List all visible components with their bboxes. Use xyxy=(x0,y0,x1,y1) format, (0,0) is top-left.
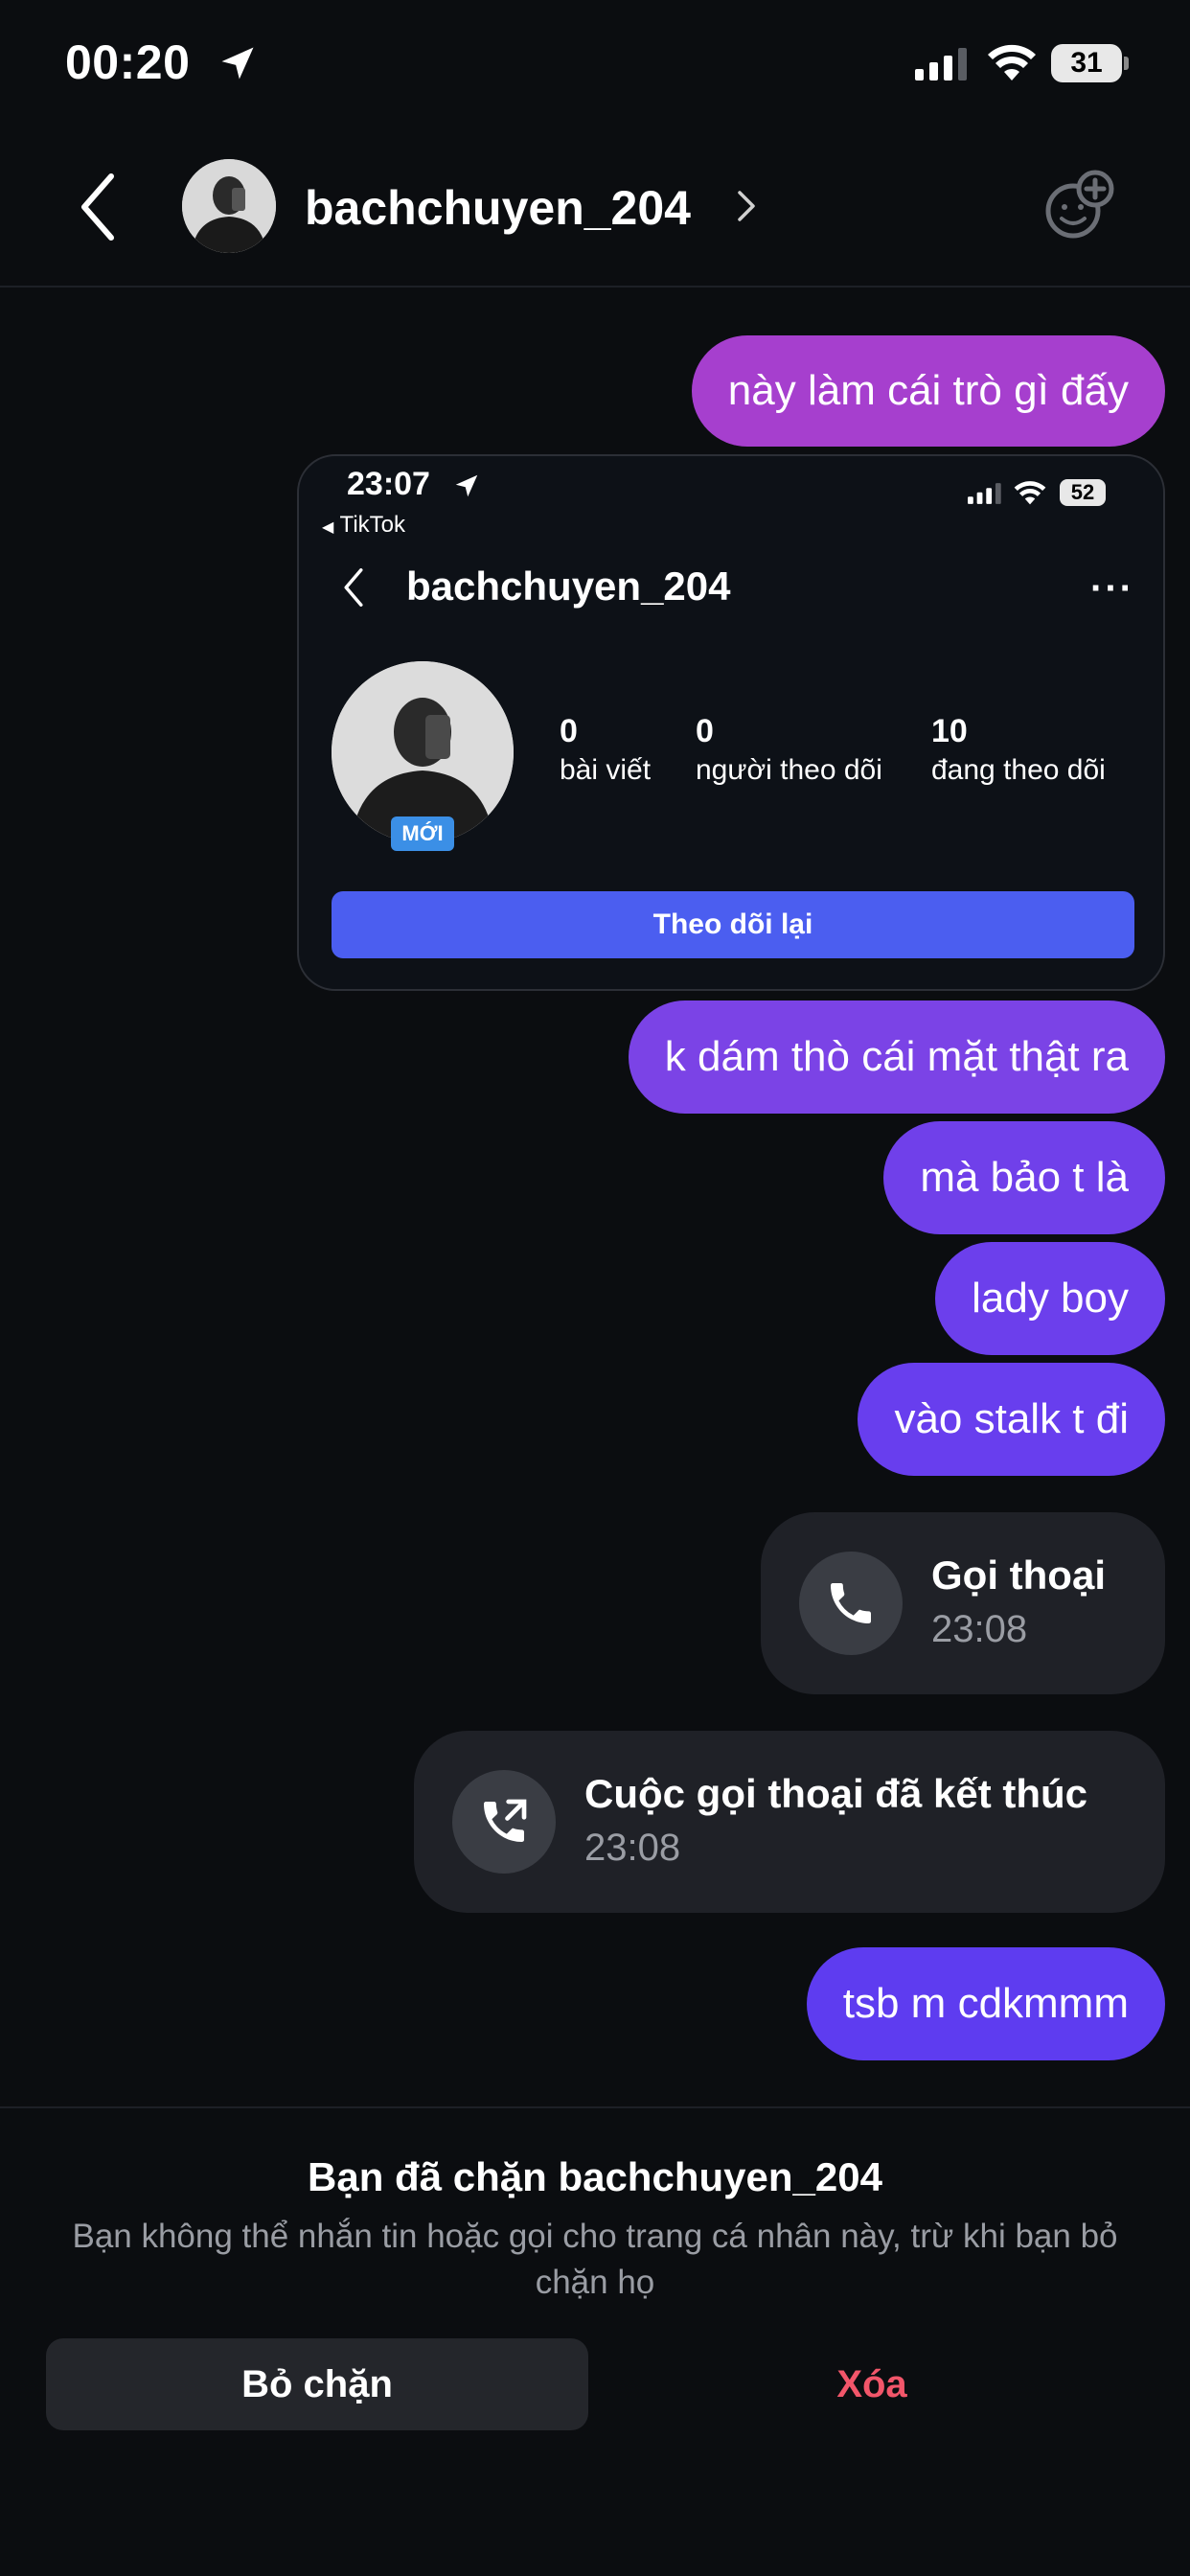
shot-signal-icon xyxy=(968,483,1001,504)
delete-button[interactable]: Xóa xyxy=(671,2338,1073,2430)
status-time: 00:20 xyxy=(65,35,191,89)
cellular-signal-icon xyxy=(915,48,967,80)
avatar[interactable] xyxy=(182,159,276,253)
avatar-photo xyxy=(182,159,276,253)
stat-value: 0 xyxy=(696,713,714,749)
location-arrow-icon xyxy=(221,47,254,80)
call-title: Cuộc gọi thoại đã kết thúc xyxy=(584,1771,1088,1816)
stat-following: 10 đang theo dõi xyxy=(931,713,1106,787)
stat-value: 0 xyxy=(560,713,578,749)
stat-label: đang theo dõi xyxy=(931,754,1106,786)
footer-divider xyxy=(0,2106,1190,2108)
conversation-username[interactable]: bachchuyen_204 xyxy=(305,180,691,236)
phone-icon xyxy=(831,1583,871,1623)
message-bubble[interactable]: k dám thò cái mặt thật ra xyxy=(628,1000,1165,1114)
blocked-description: Bạn không thể nhắn tin hoặc gọi cho tran… xyxy=(72,2218,1118,2301)
shot-back-app-label: TikTok xyxy=(339,512,405,538)
follow-back-button: Theo dõi lại xyxy=(332,891,1134,958)
blocked-title: Bạn đã chặn bachchuyen_204 xyxy=(308,2154,882,2199)
message-text: mà bảo t là xyxy=(920,1154,1129,1201)
unblock-button[interactable]: Bỏ chặn xyxy=(46,2338,588,2430)
shot-back-to-app: ◀ TikTok xyxy=(322,512,405,538)
wifi-icon xyxy=(988,44,1036,80)
shot-battery: 52 xyxy=(1060,479,1106,506)
shot-more-icon: ··· xyxy=(1090,567,1134,610)
phone-outgoing-icon xyxy=(484,1799,527,1842)
message-bubble[interactable]: vào stalk t đi xyxy=(858,1363,1165,1476)
sticker-add-icon[interactable] xyxy=(1042,169,1115,242)
call-card[interactable]: Cuộc gọi thoại đã kết thúc 23:08 xyxy=(414,1731,1165,1913)
follow-back-label: Theo dõi lại xyxy=(652,908,813,940)
battery-indicator: 31 xyxy=(1051,44,1130,82)
message-text: vào stalk t đi xyxy=(894,1395,1129,1442)
shared-screenshot[interactable]: 23:07 ◀ TikTok 52 bachchuyen_204 ··· MỚI… xyxy=(297,454,1165,991)
new-badge: MỚI xyxy=(391,816,454,851)
message-bubble[interactable]: tsb m cdkmmm xyxy=(806,1947,1165,2060)
call-time: 23:08 xyxy=(584,1827,681,1869)
phone-icon-circle xyxy=(799,1552,903,1655)
chevron-right-icon xyxy=(738,191,755,221)
stat-followers: 0 người theo dõi xyxy=(696,713,882,787)
stat-value: 10 xyxy=(931,713,968,749)
stat-label: bài viết xyxy=(560,754,652,786)
header-divider xyxy=(0,286,1190,288)
message-bubble[interactable]: lady boy xyxy=(935,1242,1165,1355)
battery-level: 31 xyxy=(1070,47,1103,79)
message-text: này làm cái trò gì đấy xyxy=(727,367,1129,414)
message-text: lady boy xyxy=(972,1275,1129,1322)
stat-posts: 0 bài viết xyxy=(560,713,651,787)
shot-location-arrow-icon xyxy=(455,474,478,497)
message-text: k dám thò cái mặt thật ra xyxy=(664,1033,1129,1080)
back-chevron-icon[interactable] xyxy=(77,171,123,243)
stat-label: người theo dõi xyxy=(696,754,882,786)
shot-back-chevron-icon xyxy=(344,568,363,607)
shot-wifi-icon xyxy=(1014,481,1046,505)
call-card[interactable]: Gọi thoại 23:08 xyxy=(761,1512,1165,1694)
message-text: tsb m cdkmmm xyxy=(842,1980,1129,2027)
message-bubble[interactable]: mà bảo t là xyxy=(883,1121,1165,1234)
shot-username: bachchuyen_204 xyxy=(406,564,731,609)
shot-time: 23:07 xyxy=(347,466,430,502)
message-bubble[interactable]: này làm cái trò gì đấy xyxy=(691,335,1165,447)
unblock-label: Bỏ chặn xyxy=(241,2362,393,2405)
phone-outgoing-icon-circle xyxy=(452,1770,556,1874)
call-title: Gọi thoại xyxy=(931,1552,1106,1598)
call-time: 23:08 xyxy=(931,1608,1028,1650)
shot-battery-level: 52 xyxy=(1070,480,1095,504)
delete-label: Xóa xyxy=(836,2362,907,2405)
